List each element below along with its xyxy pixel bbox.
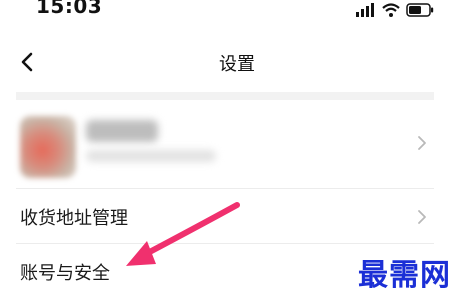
- avatar: [20, 116, 76, 178]
- page-title: 设置: [219, 54, 255, 75]
- battery-icon: [406, 3, 434, 17]
- status-bar: 15:03: [0, 0, 474, 26]
- profile-name-blurred: [86, 120, 158, 142]
- watermark-text: 最需网: [358, 258, 451, 293]
- status-icons: [356, 2, 434, 18]
- nav-bar: 设置: [0, 40, 474, 86]
- signal-icon: [356, 3, 374, 17]
- wifi-icon: [382, 3, 400, 17]
- menu-item-address[interactable]: 收货地址管理: [16, 190, 434, 244]
- status-time: 15:03: [36, 0, 103, 18]
- section-divider: [16, 92, 434, 100]
- row-divider: [16, 243, 434, 244]
- chevron-right-icon: [418, 136, 426, 150]
- profile-row[interactable]: [16, 108, 434, 186]
- profile-subtitle-blurred: [86, 150, 216, 162]
- chevron-right-icon: [418, 210, 426, 224]
- menu-item-label: 收货地址管理: [20, 208, 128, 229]
- menu-item-label: 账号与安全: [20, 263, 110, 284]
- row-divider: [16, 188, 434, 189]
